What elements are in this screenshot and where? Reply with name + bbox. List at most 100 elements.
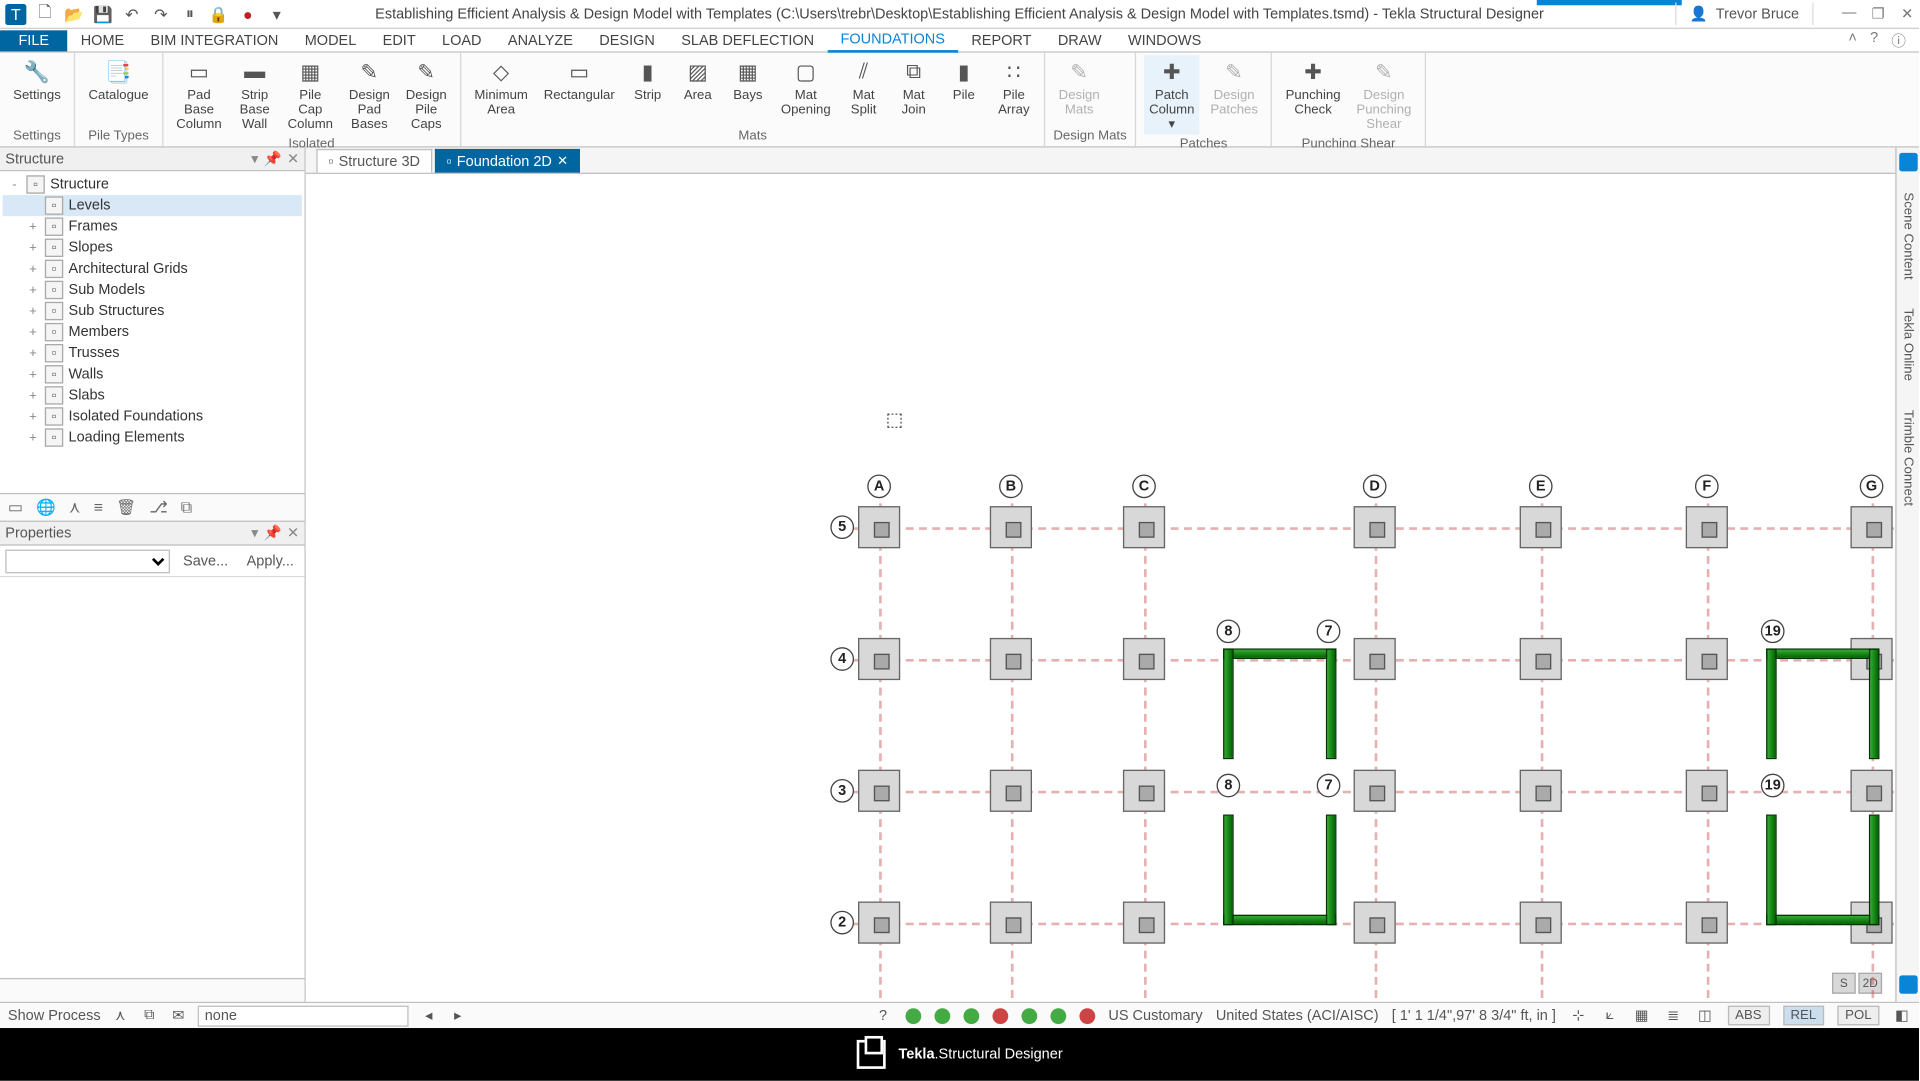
menu-tab-edit[interactable]: EDIT <box>369 30 428 51</box>
tree-expander-icon[interactable]: + <box>26 262 39 276</box>
tree-expander-icon[interactable]: + <box>26 304 39 318</box>
close-button[interactable]: ✕ <box>1898 5 1916 22</box>
pad-E5[interactable] <box>1520 506 1562 548</box>
tool-copy-icon[interactable]: ⧉ <box>181 498 192 518</box>
panel-close-icon[interactable]: ✕ <box>287 150 299 167</box>
dock-tab-scene-content[interactable]: Scene Content <box>1898 185 1918 288</box>
structure-tree[interactable]: -▫Structure▫Levels+▫Frames+▫Slopes+▫Arch… <box>0 171 304 493</box>
tree-item-trusses[interactable]: +▫Trusses <box>3 343 302 364</box>
panel-pin-icon[interactable]: 📌 <box>264 150 282 167</box>
ribbon-rectangular[interactable]: ▭Rectangular <box>538 55 620 126</box>
status-help-icon[interactable]: ? <box>874 1006 892 1024</box>
wall[interactable] <box>1766 648 1777 759</box>
tool-node-icon[interactable]: ⋏ <box>69 498 81 516</box>
tree-expander-icon[interactable]: + <box>26 219 39 233</box>
wall[interactable] <box>1223 648 1234 759</box>
tool-select-icon[interactable]: ▭ <box>8 498 23 516</box>
status-icon-2[interactable]: ⧉ <box>140 1006 158 1024</box>
doc-tab-structure-3d[interactable]: ▫Structure 3D <box>316 149 432 173</box>
tool-globe-icon[interactable]: 🌐 <box>36 498 56 516</box>
tree-item-members[interactable]: +▫Members <box>3 322 302 343</box>
pad-C3[interactable] <box>1123 770 1165 812</box>
menu-file[interactable]: FILE <box>0 30 68 51</box>
status-icon-3[interactable]: ✉ <box>169 1006 187 1024</box>
pad-F4[interactable] <box>1686 638 1728 680</box>
pad-C4[interactable] <box>1123 638 1165 680</box>
tree-expander-icon[interactable]: + <box>26 409 39 423</box>
badge-2d[interactable]: 2D <box>1858 973 1882 994</box>
pad-B2[interactable] <box>990 902 1032 944</box>
status-snap-2-icon[interactable]: ⟀ <box>1601 1006 1619 1024</box>
tree-expander-icon[interactable]: + <box>26 388 39 402</box>
pad-B4[interactable] <box>990 638 1032 680</box>
status-snap-3-icon[interactable]: ▦ <box>1632 1006 1650 1024</box>
tree-item-sub-structures[interactable]: +▫Sub Structures <box>3 301 302 322</box>
ribbon-design-pile-caps[interactable]: ✎DesignPileCaps <box>400 55 452 134</box>
menu-tab-model[interactable]: MODEL <box>292 30 370 51</box>
pad-F2[interactable] <box>1686 902 1728 944</box>
badge-s[interactable]: S <box>1832 973 1856 994</box>
status-dot-5[interactable] <box>1021 1008 1037 1024</box>
app-icon[interactable]: T <box>5 3 26 24</box>
pad-A3[interactable] <box>858 770 900 812</box>
status-pol[interactable]: POL <box>1837 1006 1879 1026</box>
status-dot-7[interactable] <box>1079 1008 1095 1024</box>
ribbon-pile-array[interactable]: ∷PileArray <box>991 55 1036 126</box>
pad-D3[interactable] <box>1354 770 1396 812</box>
tree-expander-icon[interactable]: + <box>26 241 39 255</box>
dock-toggle-icon[interactable] <box>1899 153 1917 171</box>
dock-bottom-icon[interactable] <box>1899 975 1917 993</box>
tree-item-structure[interactable]: -▫Structure <box>3 174 302 195</box>
ribbon-mat-split[interactable]: ⫽MatSplit <box>841 55 886 126</box>
user-box[interactable]: 👤 Trevor Bruce <box>1675 3 1813 25</box>
dock-tab-trimble-connect[interactable]: Trimble Connect <box>1898 402 1918 514</box>
menu-tab-windows[interactable]: WINDOWS <box>1115 30 1215 51</box>
wall[interactable] <box>1869 648 1880 759</box>
status-rel[interactable]: REL <box>1783 1006 1824 1026</box>
save-icon[interactable]: 💾 <box>92 3 113 24</box>
pad-D4[interactable] <box>1354 638 1396 680</box>
new-icon[interactable]: 🗋 <box>34 3 55 24</box>
tree-expander-icon[interactable]: + <box>26 346 39 360</box>
pad-A4[interactable] <box>858 638 900 680</box>
ribbon-strip[interactable]: ▮Strip <box>625 55 670 126</box>
pad-E2[interactable] <box>1520 902 1562 944</box>
ribbon-mat-join[interactable]: ⧉MatJoin <box>891 55 936 126</box>
ribbon-pad-base-column[interactable]: ▭PadBaseColumn <box>171 55 227 134</box>
wall[interactable] <box>1326 648 1337 759</box>
pad-G5[interactable] <box>1850 506 1892 548</box>
pad-E3[interactable] <box>1520 770 1562 812</box>
pad-C2[interactable] <box>1123 902 1165 944</box>
tree-expander-icon[interactable]: + <box>26 283 39 297</box>
status-snap-1-icon[interactable]: ⊹ <box>1569 1006 1587 1024</box>
stop-icon[interactable]: ● <box>237 3 258 24</box>
qat-more-icon[interactable]: ▾ <box>266 3 287 24</box>
status-abs[interactable]: ABS <box>1727 1006 1769 1026</box>
doc-tab-foundation-2d[interactable]: ▫Foundation 2D✕ <box>434 149 580 173</box>
pad-C5[interactable] <box>1123 506 1165 548</box>
pad-G3[interactable] <box>1850 770 1892 812</box>
tool-align-icon[interactable]: ≡ <box>94 498 103 516</box>
tree-item-slabs[interactable]: +▫Slabs <box>3 385 302 406</box>
menu-tab-draw[interactable]: DRAW <box>1045 30 1115 51</box>
ribbon-minimum-area[interactable]: ◇MinimumArea <box>469 55 533 126</box>
wall[interactable] <box>1223 815 1234 926</box>
status-dot-1[interactable] <box>905 1008 921 1024</box>
status-code[interactable]: United States (ACI/AISC) <box>1216 1008 1379 1024</box>
ribbon-punching-check[interactable]: ✚PunchingCheck <box>1280 55 1346 134</box>
ribbon-design-pad-bases[interactable]: ✎DesignPadBases <box>344 55 396 134</box>
wall[interactable] <box>1766 815 1777 926</box>
tree-expander-icon[interactable]: + <box>26 367 39 381</box>
pad-F3[interactable] <box>1686 770 1728 812</box>
ribbon-bays[interactable]: ▦Bays <box>725 55 770 126</box>
tree-expander-icon[interactable]: - <box>8 177 21 191</box>
wall[interactable] <box>1869 815 1880 926</box>
wall[interactable] <box>1223 648 1336 659</box>
panel-close-icon[interactable]: ✕ <box>287 525 299 542</box>
status-next-icon[interactable]: ▸ <box>449 1006 467 1024</box>
panel-dock-icon[interactable]: ▾ <box>251 525 258 542</box>
ribbon-catalogue[interactable]: 📑Catalogue <box>83 55 154 126</box>
tree-expander-icon[interactable]: + <box>26 430 39 444</box>
pad-A5[interactable] <box>858 506 900 548</box>
ribbon-mat-opening[interactable]: ▢MatOpening <box>776 55 836 126</box>
